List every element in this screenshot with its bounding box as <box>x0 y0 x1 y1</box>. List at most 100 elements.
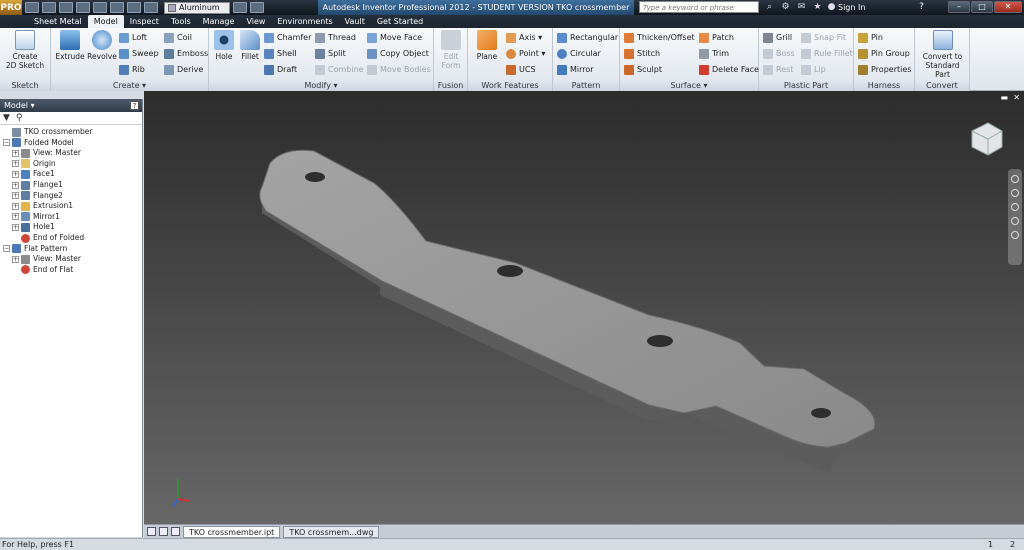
combine-button[interactable]: Combine <box>315 64 364 76</box>
rib-button[interactable]: Rib <box>119 64 145 76</box>
tree-node[interactable]: + View: Master <box>12 148 81 158</box>
tree-node[interactable]: + Mirror1 <box>12 212 60 222</box>
mounting-hole-2[interactable] <box>497 265 523 277</box>
favorites-star-icon[interactable]: ★ <box>812 2 823 12</box>
loft-button[interactable]: Loft <box>119 32 147 44</box>
tree-node[interactable]: + Face1 <box>12 169 55 179</box>
material-dropdown[interactable]: Aluminum <box>164 1 230 14</box>
copy-object-button[interactable]: Copy Object <box>367 48 429 60</box>
mounting-hole-3[interactable] <box>647 335 673 347</box>
modify-panel-label[interactable]: Modify ▾ <box>209 80 433 91</box>
tree-node[interactable]: − Flat Pattern <box>3 244 67 254</box>
zoom-icon[interactable] <box>1011 203 1019 211</box>
maximize-button[interactable]: □ <box>971 1 993 13</box>
sign-in-link[interactable]: Sign In <box>838 0 865 15</box>
edit-form-button[interactable]: Edit Form <box>437 30 465 70</box>
expand-toggle-icon[interactable]: + <box>12 192 19 200</box>
tree-node[interactable]: + Origin <box>12 159 56 169</box>
coil-button[interactable]: Coil <box>164 32 192 44</box>
tab-view[interactable]: View <box>240 15 271 28</box>
find-binoculars-icon[interactable]: ⚲ <box>16 113 23 123</box>
mounting-hole-4[interactable] <box>811 408 831 418</box>
binoculars-icon[interactable]: ⌕ <box>764 2 775 12</box>
chamfer-button[interactable]: Chamfer <box>264 32 311 44</box>
inventor-app-logo[interactable]: PRO <box>0 0 22 15</box>
tab-sheet-metal[interactable]: Sheet Metal <box>28 15 88 28</box>
shell-button[interactable]: Shell <box>264 48 297 60</box>
help-icon[interactable]: ? <box>916 2 927 12</box>
delete-face-button[interactable]: Delete Face <box>699 64 759 76</box>
create-2d-sketch-button[interactable]: Create 2D Sketch <box>4 30 46 70</box>
redo-icon[interactable] <box>93 2 107 13</box>
harness-properties-button[interactable]: Properties <box>858 64 911 76</box>
expand-toggle-icon[interactable]: + <box>12 223 19 231</box>
tab-manage[interactable]: Manage <box>197 15 241 28</box>
sweep-button[interactable]: Sweep <box>119 48 159 60</box>
pin-group-button[interactable]: Pin Group <box>858 48 910 60</box>
mounting-hole-1[interactable] <box>305 172 325 182</box>
undo-icon[interactable] <box>76 2 90 13</box>
stitch-button[interactable]: Stitch <box>624 48 660 60</box>
orbit-icon[interactable] <box>1011 217 1019 225</box>
expand-toggle-icon[interactable]: + <box>12 149 19 157</box>
select-icon[interactable] <box>144 2 158 13</box>
rule-fillet-button[interactable]: Rule Fillet <box>801 48 853 60</box>
tab-model[interactable]: Model <box>87 15 124 28</box>
tree-node[interactable]: End of Folded <box>12 233 84 243</box>
update-icon[interactable] <box>127 2 141 13</box>
tree-node[interactable]: + Flange1 <box>12 180 63 190</box>
home-icon[interactable] <box>110 2 124 13</box>
lip-button[interactable]: Lip <box>801 64 826 76</box>
mirror-button[interactable]: Mirror <box>557 64 594 76</box>
browser-mode-dropdown[interactable]: Model ▾ <box>4 101 35 110</box>
save-icon[interactable] <box>59 2 73 13</box>
rest-button[interactable]: Rest <box>763 64 793 76</box>
part-top-face[interactable] <box>259 149 876 448</box>
tab-inspect[interactable]: Inspect <box>124 15 165 28</box>
thread-button[interactable]: Thread <box>315 32 356 44</box>
surface-panel-label[interactable]: Surface ▾ <box>620 80 758 91</box>
tile-horizontal-icon[interactable] <box>147 527 156 536</box>
expand-toggle-icon[interactable]: + <box>12 181 19 189</box>
derive-button[interactable]: Derive <box>164 64 203 76</box>
tree-node[interactable]: + Hole1 <box>12 222 55 232</box>
circular-pattern-button[interactable]: Circular <box>557 48 601 60</box>
move-face-button[interactable]: Move Face <box>367 32 422 44</box>
document-list-icon[interactable] <box>171 527 180 536</box>
emboss-button[interactable]: Emboss <box>164 48 208 60</box>
revolve-button[interactable]: Revolve <box>86 30 118 61</box>
move-bodies-button[interactable]: Move Bodies <box>367 64 431 76</box>
convert-to-standard-part-button[interactable]: Convert to Standard Part <box>917 30 968 79</box>
filter-icon[interactable]: ▼ <box>3 113 10 123</box>
tab-environments[interactable]: Environments <box>271 15 338 28</box>
boss-button[interactable]: Boss <box>763 48 795 60</box>
tile-vertical-icon[interactable] <box>159 527 168 536</box>
tree-node[interactable]: + View: Master <box>12 254 81 264</box>
expand-toggle-icon[interactable]: + <box>12 213 19 221</box>
tab-get-started[interactable]: Get Started <box>371 15 429 28</box>
tab-vault[interactable]: Vault <box>339 15 371 28</box>
graphics-viewport[interactable]: ▬ ✕ <box>144 91 1024 524</box>
sculpt-button[interactable]: Sculpt <box>624 64 662 76</box>
steering-wheel-icon[interactable] <box>1011 175 1019 183</box>
communication-center-icon[interactable]: ✉ <box>796 2 807 12</box>
expand-toggle-icon[interactable]: + <box>12 170 19 178</box>
expand-toggle-icon[interactable]: − <box>3 245 10 253</box>
thicken-offset-button[interactable]: Thicken/Offset <box>624 32 695 44</box>
draft-button[interactable]: Draft <box>264 64 297 76</box>
create-panel-label[interactable]: Create ▾ <box>51 80 208 91</box>
fillet-button[interactable]: Fillet <box>237 30 263 61</box>
crossmember-part-model[interactable] <box>144 91 1024 524</box>
pan-icon[interactable] <box>1011 189 1019 197</box>
plane-button[interactable]: Plane <box>471 30 503 61</box>
document-tab-ipt[interactable]: TKO crossmember.ipt <box>183 525 281 538</box>
document-tab-dwg[interactable]: TKO crossmem...dwg <box>283 525 380 538</box>
hole-button[interactable]: Hole <box>211 30 237 61</box>
appearance-icon[interactable] <box>233 2 247 13</box>
subscription-icon[interactable]: ⚙ <box>780 2 791 12</box>
expand-toggle-icon[interactable]: − <box>3 139 10 147</box>
extrude-button[interactable]: Extrude <box>54 30 86 61</box>
close-button[interactable]: ✕ <box>994 1 1022 13</box>
expand-toggle-icon[interactable]: + <box>12 202 19 210</box>
pin-button[interactable]: Pin <box>858 32 883 44</box>
